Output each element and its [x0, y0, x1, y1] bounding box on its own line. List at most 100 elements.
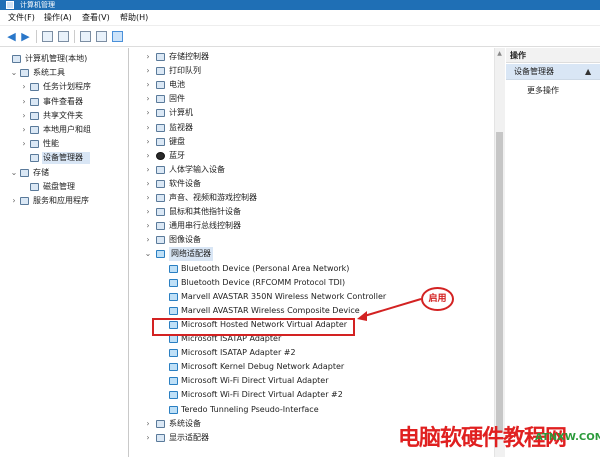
device-category-row[interactable]: › 键盘	[140, 135, 490, 149]
device-category-row[interactable]: › 软件设备	[140, 177, 490, 191]
collapse-arrow-icon[interactable]: ▲	[585, 64, 591, 80]
nav-item-label: 本地用户和组	[43, 125, 91, 134]
network-adapter-row[interactable]: Microsoft Wi-Fi Direct Virtual Adapter #…	[140, 388, 490, 402]
expand-caret-icon[interactable]: ›	[20, 80, 28, 94]
actions-header: 操作	[506, 48, 600, 63]
network-adapter-row[interactable]: Microsoft Kernel Debug Network Adapter	[140, 360, 490, 374]
nav-item[interactable]: ⌄ 系统工具	[0, 66, 128, 80]
camera-icon	[156, 236, 165, 245]
expand-caret-icon[interactable]: ›	[144, 50, 152, 64]
system-device-icon	[156, 419, 165, 428]
services-icon	[20, 197, 29, 205]
network-adapter-icon	[156, 250, 165, 259]
nav-item[interactable]: › 本地用户和组	[0, 123, 128, 137]
help-icon[interactable]	[80, 31, 91, 42]
network-adapter-row[interactable]: Microsoft ISATAP Adapter #2	[140, 346, 490, 360]
expand-caret-icon[interactable]: ›	[144, 149, 152, 163]
device-label: 系统设备	[169, 418, 201, 428]
device-category-row[interactable]: › 通用串行总线控制器	[140, 219, 490, 233]
highlight-box	[152, 318, 355, 336]
expand-caret-icon[interactable]: ›	[20, 95, 28, 109]
expand-caret-icon[interactable]: ›	[20, 137, 28, 151]
expand-caret-icon[interactable]: ›	[144, 163, 152, 177]
nav-item[interactable]: ⌄ 存储	[0, 166, 128, 180]
network-adapter-icon	[169, 391, 178, 400]
menu-action[interactable]: 操作(A)	[44, 12, 72, 24]
nav-item-label: 服务和应用程序	[33, 196, 89, 205]
device-label: Microsoft ISATAP Adapter #2	[181, 348, 296, 358]
expand-caret-icon[interactable]: ›	[144, 233, 152, 247]
usb-icon	[156, 222, 165, 231]
expand-caret-icon[interactable]: ›	[144, 78, 152, 92]
expand-caret-icon[interactable]: ⌄	[144, 247, 152, 261]
expand-caret-icon[interactable]: ›	[144, 417, 152, 431]
expand-caret-icon[interactable]: ⌄	[10, 166, 18, 180]
nav-item-label: 共享文件夹	[43, 110, 83, 120]
network-adapter-row[interactable]: Bluetooth Device (Personal Area Network)	[140, 262, 490, 276]
expand-caret-icon[interactable]: ›	[144, 121, 152, 135]
device-category-row[interactable]: › 声音、视频和游戏控制器	[140, 191, 490, 205]
nav-item[interactable]: 磁盘管理	[0, 180, 128, 194]
nav-item[interactable]: › 性能	[0, 137, 128, 151]
expand-caret-icon[interactable]: ›	[144, 177, 152, 191]
device-label: 存储控制器	[169, 52, 209, 61]
expand-caret-icon[interactable]: ›	[144, 191, 152, 205]
expand-caret-icon[interactable]: ›	[20, 123, 28, 137]
device-category-row[interactable]: › 监视器	[140, 121, 490, 135]
users-icon	[30, 126, 39, 134]
properties-icon[interactable]	[96, 31, 107, 42]
nav-item[interactable]: 计算机管理(本地)	[0, 52, 128, 66]
forward-arrow-icon[interactable]: ▶	[20, 31, 31, 42]
device-category-row[interactable]: › 蓝牙	[140, 149, 490, 163]
expand-caret-icon[interactable]: ›	[144, 64, 152, 78]
device-category-row[interactable]: ⌄ 网络适配器	[140, 247, 490, 262]
action-more[interactable]: 更多操作	[527, 84, 559, 98]
keyboard-icon	[156, 137, 165, 146]
device-category-row[interactable]: › 打印队列	[140, 64, 490, 78]
nav-item[interactable]: › 事件查看器	[0, 95, 128, 109]
storage-icon	[20, 168, 29, 177]
expand-caret-icon[interactable]: ›	[144, 219, 152, 233]
task-scheduler-icon	[30, 83, 39, 92]
device-category-row[interactable]: › 人体学输入设备	[140, 163, 490, 177]
expand-caret-icon[interactable]: ›	[144, 135, 152, 149]
nav-item-label: 事件查看器	[43, 96, 83, 106]
back-arrow-icon[interactable]: ◀	[6, 31, 17, 42]
network-adapter-icon	[169, 405, 178, 414]
expand-caret-icon[interactable]: ›	[144, 205, 152, 219]
menu-file[interactable]: 文件(F)	[8, 12, 35, 24]
up-folder-icon[interactable]	[42, 31, 53, 42]
shared-folder-icon	[30, 111, 39, 120]
show-action-pane-icon[interactable]	[112, 31, 123, 42]
expand-caret-icon[interactable]: ›	[144, 92, 152, 106]
network-adapter-row[interactable]: Teredo Tunneling Pseudo-Interface	[140, 403, 490, 417]
show-hide-tree-icon[interactable]	[58, 31, 69, 42]
device-category-row[interactable]: › 固件	[140, 92, 490, 106]
scroll-up-icon[interactable]: ▲	[496, 50, 503, 57]
network-adapter-row[interactable]: Microsoft Wi-Fi Direct Virtual Adapter	[140, 374, 490, 388]
device-category-row[interactable]: › 计算机	[140, 106, 490, 120]
device-label: 固件	[169, 94, 185, 104]
expand-caret-icon[interactable]: ›	[20, 109, 28, 123]
expand-caret-icon[interactable]: ›	[10, 194, 18, 208]
menu-help[interactable]: 帮助(H)	[120, 12, 148, 24]
nav-item[interactable]: › 任务计划程序	[0, 80, 128, 94]
device-label: Teredo Tunneling Pseudo-Interface	[181, 404, 319, 414]
expand-caret-icon[interactable]: ›	[144, 431, 152, 445]
expand-caret-icon[interactable]: ⌄	[10, 66, 18, 80]
expand-caret-icon[interactable]: ›	[144, 106, 152, 120]
device-category-row[interactable]: › 图像设备	[140, 233, 490, 247]
device-label: Marvell AVASTAR Wireless Composite Devic…	[181, 305, 360, 315]
device-label: 图像设备	[169, 235, 201, 245]
nav-item[interactable]: › 共享文件夹	[0, 109, 128, 123]
nav-item[interactable]: › 服务和应用程序	[0, 194, 128, 208]
menu-view[interactable]: 查看(V)	[82, 12, 110, 24]
bluetooth-icon	[156, 151, 165, 160]
device-category-row[interactable]: › 存储控制器	[140, 50, 490, 64]
device-category-row[interactable]: › 鼠标和其他指针设备	[140, 205, 490, 219]
software-device-icon	[156, 179, 165, 188]
device-manager-icon	[30, 154, 39, 163]
nav-item-selected[interactable]: 设备管理器	[0, 151, 128, 165]
scrollbar-thumb[interactable]	[496, 132, 503, 432]
device-category-row[interactable]: › 电池	[140, 78, 490, 92]
